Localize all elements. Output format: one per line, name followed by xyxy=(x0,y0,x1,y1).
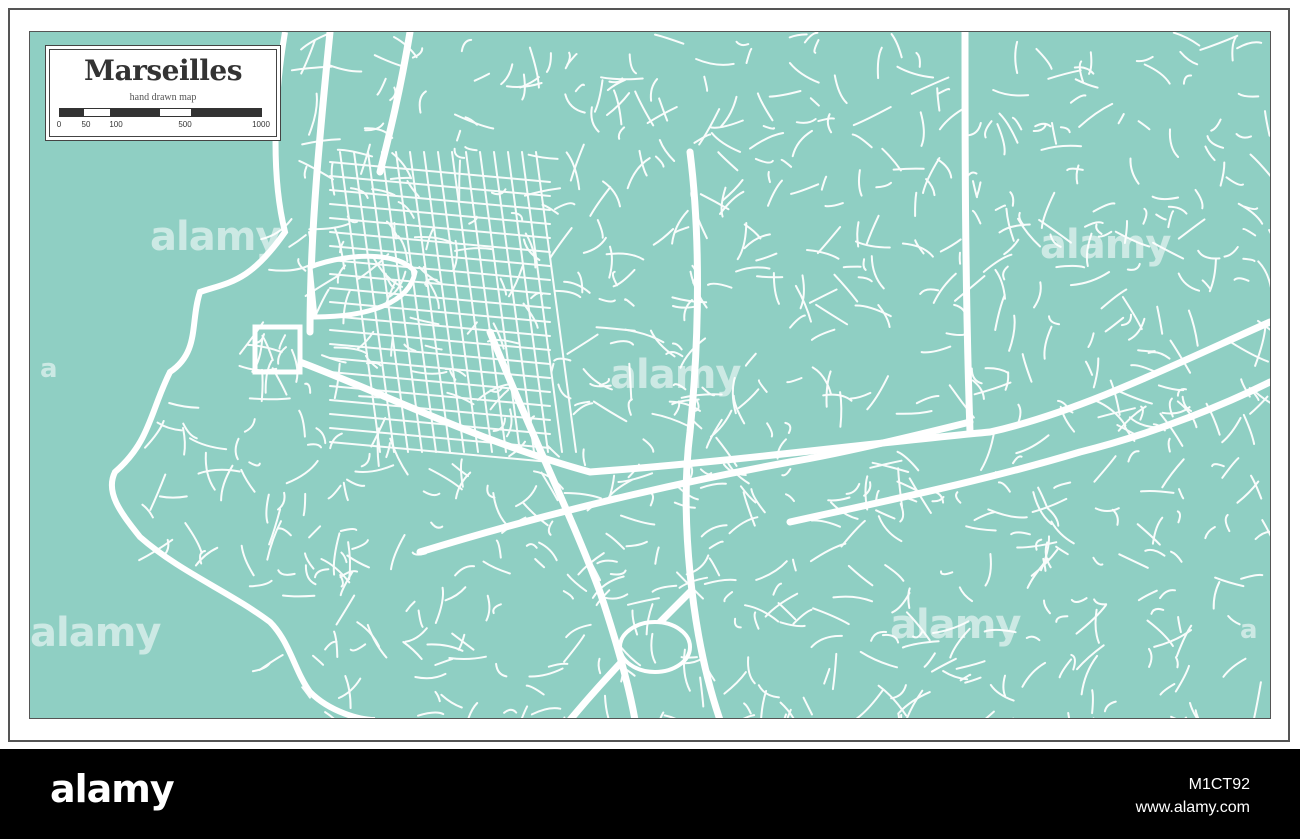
scale-label: 50 xyxy=(81,120,91,129)
watermark: alamy xyxy=(150,214,281,260)
alamy-logo: alamy xyxy=(50,767,175,811)
title-cartouche: Marseilles hand drawn map 0 50 100 500 1… xyxy=(45,45,281,141)
street xyxy=(892,167,925,171)
street xyxy=(756,275,784,279)
street xyxy=(680,656,698,659)
map-title: Marseilles xyxy=(84,54,242,87)
watermark: alamy xyxy=(890,602,1021,648)
street xyxy=(248,397,291,401)
scale-label: 100 xyxy=(109,120,123,129)
watermark: a xyxy=(1240,615,1258,645)
street xyxy=(1091,689,1094,715)
watermark: alamy xyxy=(1040,222,1171,268)
street xyxy=(282,594,316,598)
site-url: www.alamy.com xyxy=(1135,799,1250,816)
street xyxy=(1137,349,1156,353)
street xyxy=(458,159,461,202)
street xyxy=(260,368,264,403)
image-id: M1CT92 xyxy=(1188,776,1250,793)
watermark: alamy xyxy=(30,610,161,656)
watermark: a xyxy=(40,354,58,384)
street xyxy=(1092,717,1095,718)
watermark: alamy xyxy=(610,352,741,398)
scale-bar xyxy=(59,108,262,117)
scale-label: 0 xyxy=(56,120,62,129)
scale-label: 500 xyxy=(178,120,192,129)
map-subtitle: hand drawn map xyxy=(129,92,197,103)
stadium xyxy=(618,620,692,674)
image-info: M1CT92 www.alamy.com xyxy=(1136,773,1250,819)
stock-footer: alamy M1CT92 www.alamy.com xyxy=(0,749,1300,839)
scale-label: 1000 xyxy=(252,120,270,129)
street xyxy=(842,265,862,269)
